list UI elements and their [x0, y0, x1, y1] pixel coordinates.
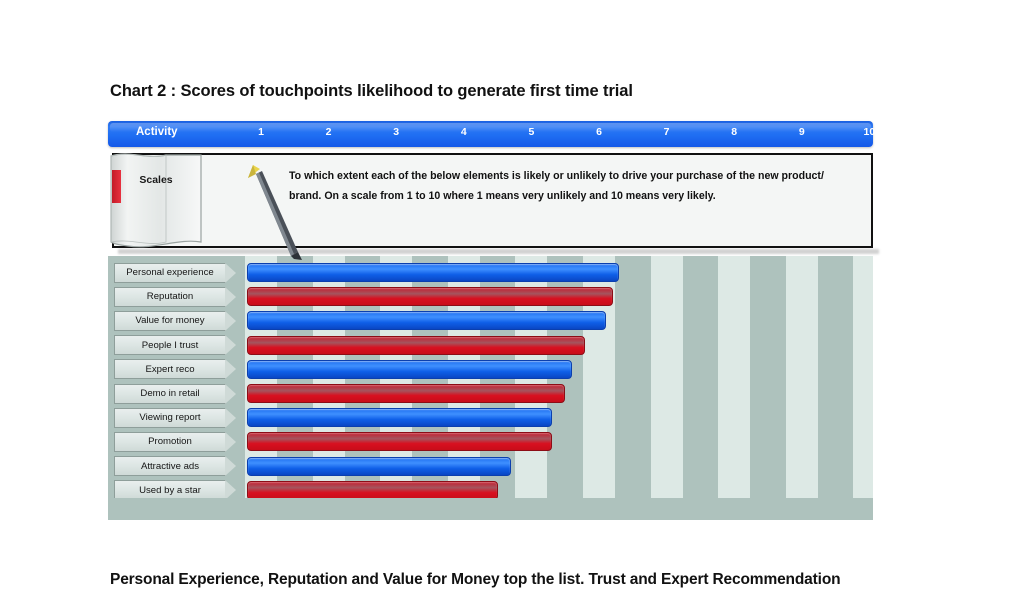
gridline-stripe-9	[785, 256, 818, 520]
scales-panel-shadow	[118, 249, 879, 254]
category-label-viewing-report: Viewing report	[114, 407, 226, 428]
gridline-stripe-8	[718, 256, 751, 520]
bar-attractive-ads[interactable]	[247, 456, 512, 476]
plot-footer-band	[108, 498, 873, 520]
category-label-chevron	[225, 310, 236, 331]
scale-number-7: 7	[663, 126, 670, 138]
category-label-demo-in-retail: Demo in retail	[114, 383, 226, 404]
bar-expert-reco[interactable]	[247, 359, 572, 379]
scale-number-8: 8	[731, 126, 738, 138]
bar-personal-experience[interactable]	[247, 263, 620, 282]
scale-number-10: 10	[863, 126, 876, 138]
book-icon: Scales	[108, 150, 204, 252]
category-label-chevron	[225, 286, 236, 307]
bar-promotion[interactable]	[247, 432, 552, 452]
slide-page: Chart 2 : Scores of touchpoints likeliho…	[0, 0, 1024, 600]
category-label-attractive-ads: Attractive ads	[114, 456, 226, 477]
scale-number-1: 1	[258, 126, 264, 138]
book-label: Scales	[139, 174, 173, 186]
page-title: Chart 2 : Scores of touchpoints likeliho…	[110, 82, 633, 100]
bar-used-by-a-star[interactable]	[247, 480, 498, 500]
category-label-promotion: Promotion	[114, 431, 226, 452]
gridline-stripe-10	[853, 256, 873, 520]
activity-scale-header: Activity 1 2 3 4 5 6 7 8 9 10	[108, 121, 876, 147]
pencil-icon	[248, 165, 302, 260]
bar-demo-in-retail[interactable]	[247, 384, 566, 403]
category-label-personal-experience: Personal experience	[114, 262, 226, 283]
gridline-stripe-7	[650, 256, 683, 520]
folded-page-icon	[110, 153, 202, 248]
category-label-reputation: Reputation	[114, 286, 226, 307]
scale-number-2: 2	[325, 126, 332, 138]
category-label-chevron	[225, 383, 236, 404]
question-text: To which extent each of the below elemen…	[289, 170, 824, 202]
category-label-people-i-trust: People I trust	[114, 335, 226, 356]
scale-number-6: 6	[596, 126, 602, 138]
bar-people-i-trust[interactable]	[247, 335, 586, 355]
category-label-chevron	[225, 359, 236, 380]
bar-chart-plot: Personal experience Reputation Value for m…	[108, 256, 873, 520]
category-label-chevron	[225, 431, 236, 452]
category-label-chevron	[225, 262, 236, 283]
bar-value-for-money[interactable]	[247, 311, 606, 331]
footer-caption: Personal Experience, Reputation and Valu…	[110, 571, 841, 588]
category-label-value-for-money: Value for money	[114, 310, 226, 331]
bookmark-icon	[112, 170, 121, 203]
category-label-chevron	[225, 407, 236, 428]
bar-reputation[interactable]	[247, 287, 613, 307]
scale-number-5: 5	[528, 126, 535, 138]
scale-number-9: 9	[798, 126, 805, 138]
category-label-chevron	[225, 456, 236, 477]
activity-label: Activity	[136, 126, 178, 138]
category-label-expert-reco: Expert reco	[114, 359, 226, 380]
scales-question-panel: To which extent each of the below elemen…	[112, 153, 873, 248]
scale-number-4: 4	[460, 126, 467, 138]
bar-viewing-report[interactable]	[247, 408, 552, 428]
category-label-chevron	[225, 335, 236, 356]
scale-number-3: 3	[393, 126, 400, 138]
